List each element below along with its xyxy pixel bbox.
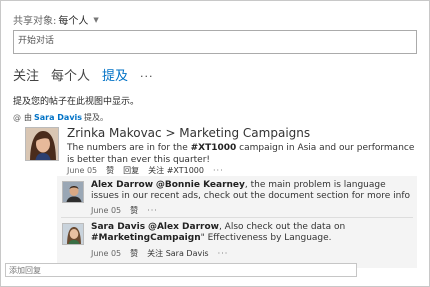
reply-author[interactable]: Sara Davis [91,222,145,232]
share-value[interactable]: 每个人 [58,12,88,27]
add-reply-input[interactable]: 添加回复 [5,263,357,277]
post-date: June 05 [67,166,98,175]
follow-user-button[interactable]: 关注 Sara Davis [147,248,208,259]
replies-panel: Alex Darrow @Bonnie Kearney, the main pr… [57,176,417,268]
add-reply-placeholder: 添加回复 [9,266,41,275]
post-body-text: The numbers are in for the [67,143,191,153]
reply-body: Sara Davis @Alex Darrow, Also check out … [91,222,413,244]
mentioned-by-line: @ 由 Sara Davis 提及。 [13,112,108,123]
reply-meta: June 05 赞 ··· [91,205,158,216]
mentioned-prefix: 由 [24,113,32,122]
post-hashtag[interactable]: #XT1000 [191,143,237,153]
like-button[interactable]: 赞 [106,165,114,176]
post-more-button[interactable]: ··· [213,166,224,175]
avatar[interactable] [62,181,84,203]
reply-meta: June 05 赞 关注 Sara Davis ··· [91,248,228,259]
reply-more-button[interactable]: ··· [147,206,158,215]
reply-more-button[interactable]: ··· [218,249,229,258]
reply-body: Alex Darrow @Bonnie Kearney, the main pr… [91,180,413,202]
reply-button[interactable]: 回复 [123,165,139,176]
tab-following[interactable]: 关注 [13,65,39,84]
reply-hashtag[interactable]: #MarketingCampaign [91,233,201,243]
compose-placeholder: 开始对话 [18,36,55,46]
avatar[interactable] [62,223,84,245]
reply-text-end: " Effectiveness by Language. [200,233,332,243]
at-icon: @ [13,113,21,122]
tab-everyone[interactable]: 每个人 [51,65,90,84]
mentioned-user-link[interactable]: Sara Davis [34,113,82,122]
share-label: 共享对象: [13,16,57,27]
share-with-selector[interactable]: 共享对象: 每个人 ▼ [13,12,99,28]
post-title[interactable]: Zrinka Makovac > Marketing Campaigns [67,126,310,140]
avatar[interactable] [25,127,59,161]
chevron-down-icon[interactable]: ▼ [93,16,98,24]
reply-mention[interactable]: @Alex Darrow [148,222,219,232]
follow-hashtag-button[interactable]: 关注 #XT1000 [148,165,204,176]
like-button[interactable]: 赞 [130,248,138,259]
post-body: The numbers are in for the #XT1000 campa… [67,142,415,166]
reply-date: June 05 [91,249,122,258]
reply-author[interactable]: Alex Darrow [91,180,153,190]
mentioned-suffix: 提及。 [84,113,109,122]
like-button[interactable]: 赞 [130,205,138,216]
feed-tabs: 关注 每个人 提及 ··· [13,65,166,84]
tabs-more-button[interactable]: ··· [140,70,154,83]
post-meta: June 05 赞 回复 关注 #XT1000 ··· [67,165,224,176]
view-notice: 提及您的帖子在此视图中显示。 [13,97,140,107]
tab-mentions[interactable]: 提及 [102,65,128,84]
compose-input[interactable]: 开始对话 [13,30,417,54]
reply-text: , Also check out the data on [218,222,346,232]
reply-divider [61,217,413,218]
reply-date: June 05 [91,206,122,215]
reply-mention[interactable]: @Bonnie Kearney [156,180,245,190]
feed-panel: 共享对象: 每个人 ▼ 开始对话 关注 每个人 提及 ··· 提及您的帖子在此视… [0,0,430,287]
